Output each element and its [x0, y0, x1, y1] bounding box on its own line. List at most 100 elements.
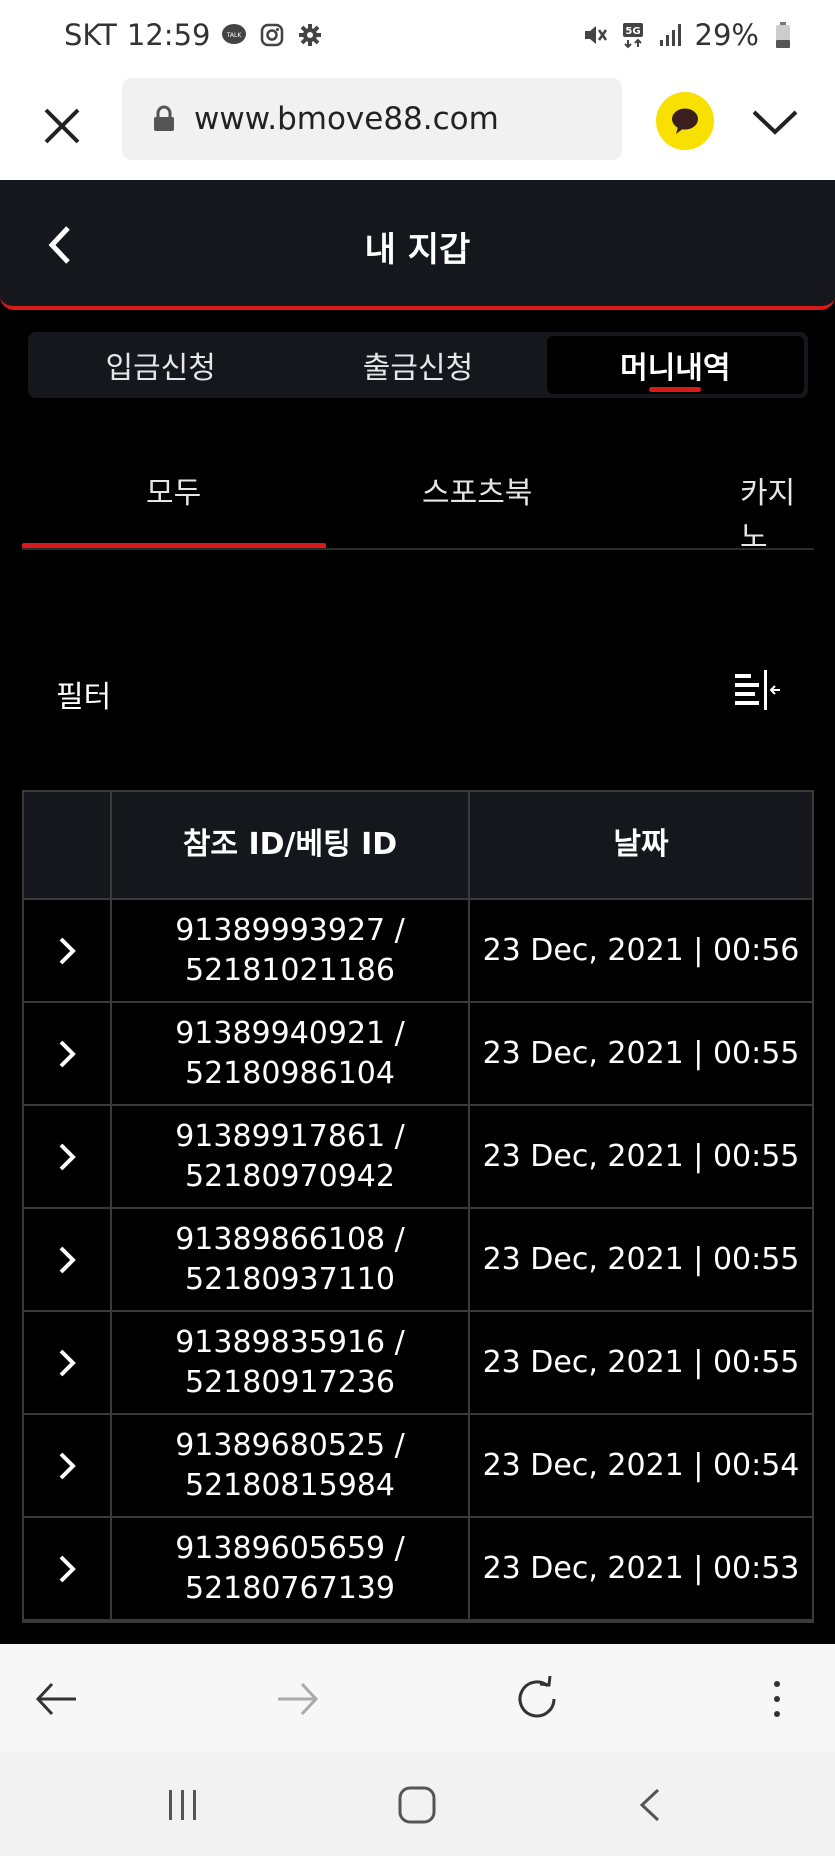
ref-bet-id-cell: 91389917861 / 52180970942 [112, 1106, 470, 1207]
tab-all[interactable]: 모두 [146, 468, 201, 512]
expand-cell [24, 1415, 112, 1516]
recent-apps-button[interactable] [160, 1782, 206, 1828]
header-expand [24, 792, 112, 898]
table-row[interactable]: 91389680525 / 52180815984 23 Dec, 2021 | 0… [24, 1415, 812, 1518]
system-back-button[interactable] [628, 1782, 674, 1828]
browser-back-button[interactable] [30, 1672, 84, 1726]
arrow-left-icon [35, 1682, 76, 1716]
chevron-right-icon[interactable] [47, 1034, 87, 1074]
lock-icon [154, 105, 174, 131]
ref-bet-id-cell: 91389605659 / 52180767139 [112, 1518, 470, 1619]
tab-label: 출금신청 [362, 351, 474, 386]
ref-bet-id-cell: 91389866108 / 52180937110 [112, 1209, 470, 1310]
ref-id: 91389940921 / [175, 1015, 405, 1051]
carrier-label: SKT [64, 18, 117, 52]
instagram-icon [258, 21, 286, 49]
chevron-right-icon[interactable] [47, 931, 87, 971]
expand-cell [24, 1003, 112, 1104]
table-row[interactable]: 91389917861 / 52180970942 23 Dec, 2021 | 0… [24, 1106, 812, 1209]
chevron-right-icon[interactable] [47, 1137, 87, 1177]
tab-label: 머니내역 [620, 351, 731, 386]
chevron-right-icon[interactable] [47, 1549, 87, 1589]
bet-id: 52180767139 [185, 1570, 395, 1606]
recent-apps-icon [169, 1790, 196, 1820]
chevron-down-icon [752, 110, 798, 135]
chevron-right-icon[interactable] [47, 1446, 87, 1486]
ref-bet-id-cell: 91389680525 / 52180815984 [112, 1415, 470, 1516]
tab-deposit-request[interactable]: 입금신청 [32, 336, 289, 394]
tab-withdraw-request[interactable]: 출금신청 [289, 336, 546, 394]
ref-id: 91389917861 / [175, 1118, 405, 1154]
table-row[interactable]: 91389605659 / 52180767139 23 Dec, 2021 | 0… [24, 1518, 812, 1621]
table-row[interactable]: 91389835916 / 52180917236 23 Dec, 2021 | 0… [24, 1312, 812, 1415]
tab-sportsbook[interactable]: 스포츠북 [422, 468, 532, 512]
table-row[interactable]: 91389993927 / 52181021186 23 Dec, 2021 | 0… [24, 900, 812, 1003]
expand-cell [24, 1312, 112, 1413]
expand-cell [24, 1106, 112, 1207]
filter-label: 필터 [56, 680, 112, 715]
bet-id: 52180986104 [185, 1055, 395, 1091]
talk-notification-icon: TALK [220, 21, 248, 49]
date-cell: 23 Dec, 2021 | 00:55 [482, 1241, 800, 1277]
expand-cell [24, 1518, 112, 1619]
ref-bet-id-cell: 91389835916 / 52180917236 [112, 1312, 470, 1413]
active-category-indicator [22, 543, 326, 548]
tab-casino[interactable]: 카지노 [740, 468, 814, 548]
date-cell: 23 Dec, 2021 | 00:54 [482, 1447, 800, 1483]
kakao-talk-button[interactable] [656, 92, 714, 150]
ref-id: 91389605659 / [175, 1530, 405, 1566]
table-viewport[interactable]: 참조 ID/베팅 ID 날짜 91389993927 / 52181021186 2… [0, 790, 835, 1644]
ref-id: 91389680525 / [175, 1427, 405, 1463]
status-right: 5G 29% [581, 18, 797, 52]
mute-icon [581, 21, 609, 49]
tab-menu-button[interactable] [748, 96, 802, 150]
network-type-label: 5G [625, 26, 640, 37]
bet-id: 52180917236 [185, 1364, 395, 1400]
filter-toggle-button[interactable] [732, 668, 782, 714]
url-text: www.bmove88.com [194, 101, 499, 137]
home-button[interactable] [394, 1782, 440, 1828]
address-field[interactable]: www.bmove88.com [122, 78, 622, 160]
date-cell: 23 Dec, 2021 | 00:53 [482, 1550, 800, 1586]
more-vertical-icon [774, 1681, 780, 1717]
ref-bet-id-cell: 91389993927 / 52181021186 [112, 900, 470, 1001]
close-tab-button[interactable] [36, 100, 88, 152]
date-cell: 23 Dec, 2021 | 00:55 [482, 1344, 800, 1380]
date-cell: 23 Dec, 2021 | 00:56 [482, 932, 800, 968]
filter-collapse-icon [735, 670, 780, 710]
network-type-icon: 5G [619, 21, 647, 49]
header-ref-id: 참조 ID/베팅 ID [112, 792, 470, 898]
status-bar: SKT 12:59 TALK 5G 29% [0, 0, 835, 72]
battery-percent: 29% [694, 18, 759, 52]
home-icon [398, 1786, 436, 1824]
browser-forward-button[interactable] [270, 1672, 324, 1726]
close-icon [44, 108, 80, 144]
date-cell: 23 Dec, 2021 | 00:55 [482, 1138, 800, 1174]
tab-label: 입금신청 [105, 351, 216, 386]
chevron-right-icon[interactable] [47, 1240, 87, 1280]
speech-bubble-icon [672, 108, 698, 134]
history-table: 참조 ID/베팅 ID 날짜 91389993927 / 52181021186 2… [22, 790, 814, 1623]
ref-id: 91389993927 / [175, 912, 405, 948]
wallet-segment-tabs: 입금신청 출금신청 머니내역 [28, 332, 808, 398]
tab-money-history[interactable]: 머니내역 [546, 336, 804, 394]
bet-id: 52180937110 [185, 1261, 395, 1297]
header-date: 날짜 [613, 827, 669, 862]
table-row[interactable]: 91389940921 / 52180986104 23 Dec, 2021 | 0… [24, 1003, 812, 1106]
more-options-button[interactable] [750, 1672, 804, 1726]
ref-bet-id-cell: 91389940921 / 52180986104 [112, 1003, 470, 1104]
ref-id: 91389866108 / [175, 1221, 405, 1257]
arrow-right-icon [278, 1682, 319, 1716]
ref-id: 91389835916 / [175, 1324, 405, 1360]
battery-icon [769, 21, 797, 49]
table-header-row: 참조 ID/베팅 ID 날짜 [24, 792, 812, 900]
chevron-right-icon[interactable] [47, 1343, 87, 1383]
bet-id: 52181021186 [185, 952, 395, 988]
table-row[interactable]: 91389866108 / 52180937110 23 Dec, 2021 | 0… [24, 1209, 812, 1312]
chevron-left-icon [639, 1788, 660, 1822]
page-title: 내 지갑 [364, 230, 471, 270]
reload-button[interactable] [510, 1672, 564, 1726]
reload-icon [518, 1675, 556, 1718]
signal-strength-icon [657, 21, 685, 49]
expand-cell [24, 900, 112, 1001]
